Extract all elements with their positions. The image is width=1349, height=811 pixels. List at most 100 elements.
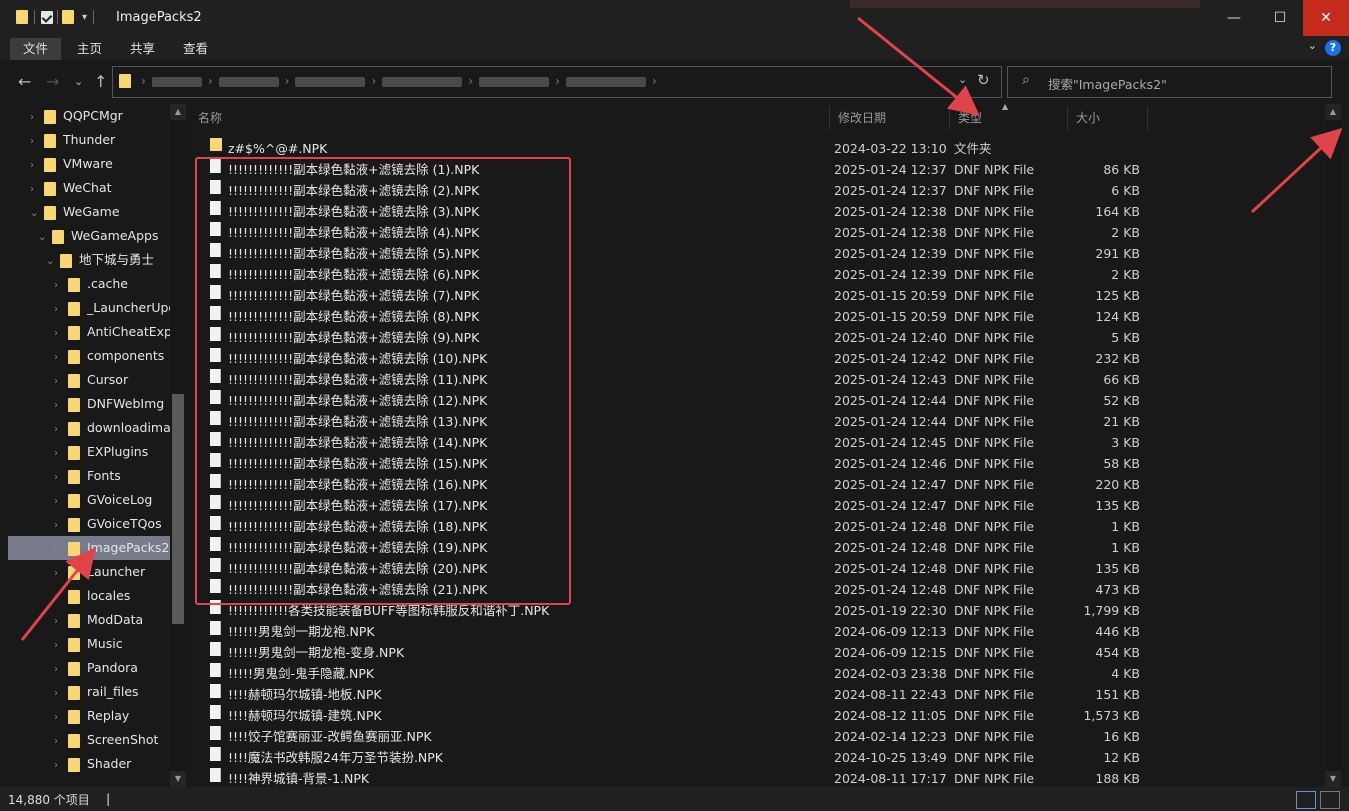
chevron-right-icon[interactable]: › <box>54 298 68 322</box>
chevron-right-icon[interactable]: › <box>54 706 68 730</box>
large-icons-view-icon[interactable] <box>1320 791 1340 809</box>
folder-icon[interactable] <box>16 10 28 24</box>
tree-item[interactable]: › GVoiceTQos <box>54 512 162 536</box>
tree-item[interactable]: ⌄ WeGame <box>30 200 120 224</box>
file-row[interactable]: !!!!神界城镇-背景-1.NPK 2024-08-11 17:17 DNF NPK… <box>190 768 1150 787</box>
customize-dropdown-icon[interactable]: ▾ <box>82 12 87 23</box>
details-view-icon[interactable] <box>1296 791 1316 809</box>
file-row[interactable]: !!!!!!男鬼剑一期龙袍.NPK 2024-06-09 12:13 DNF NPK… <box>190 621 1150 642</box>
file-row[interactable]: !!!!赫顿玛尔城镇-建筑.NPK 2024-08-12 11:05 DNF NPK… <box>190 705 1150 726</box>
scroll-up-icon[interactable]: ▲ <box>170 104 186 120</box>
tab-view[interactable]: 查看 <box>170 38 221 60</box>
column-header-type[interactable]: 类型 <box>950 106 1068 130</box>
chevron-right-icon[interactable]: › <box>54 658 68 682</box>
tree-item[interactable]: ⌄ WeGameApps <box>38 224 158 248</box>
up-arrow-icon[interactable]: ↑ <box>94 72 107 91</box>
chevron-down-icon[interactable]: ⌄ <box>958 73 967 86</box>
tree-item[interactable]: › ModData <box>54 608 143 632</box>
refresh-icon[interactable]: ↻ <box>977 71 990 89</box>
chevron-right-icon[interactable]: › <box>54 754 68 778</box>
chevron-right-icon[interactable]: › <box>54 538 68 562</box>
tree-item[interactable]: › ScreenShot <box>54 728 158 752</box>
file-row[interactable]: z#$%^@#.NPK 2024-03-22 13:10 文件夹 <box>190 138 1150 159</box>
chevron-right-icon[interactable]: › <box>54 610 68 634</box>
chevron-right-icon[interactable]: › <box>54 730 68 754</box>
search-input[interactable]: ⌕ 搜索"ImagePacks2" <box>1007 66 1332 98</box>
tree-item[interactable]: › Music <box>54 632 123 656</box>
chevron-right-icon[interactable]: › <box>30 154 44 178</box>
navigation-pane-scrollbar[interactable]: ▲ ▼ <box>170 104 186 787</box>
chevron-right-icon[interactable]: › <box>54 562 68 586</box>
maximize-button[interactable]: ☐ <box>1257 0 1303 36</box>
chevron-right-icon[interactable]: › <box>54 322 68 346</box>
chevron-right-icon[interactable]: › <box>54 586 68 610</box>
chevron-down-icon[interactable]: ⌄ <box>38 226 52 250</box>
close-button[interactable]: ✕ <box>1303 0 1349 36</box>
file-row[interactable]: !!!!魔法书改韩服24年万圣节装扮.NPK 2024-10-25 13:49 DN… <box>190 747 1150 768</box>
address-field[interactable]: › › › › › › › ⌄ ↻ <box>112 66 1002 98</box>
new-folder-icon[interactable] <box>62 10 74 24</box>
breadcrumb[interactable]: › › › › › › › <box>141 74 657 88</box>
tree-item[interactable]: › DNFWebImg <box>54 392 164 416</box>
help-icon[interactable]: ? <box>1325 40 1341 56</box>
chevron-right-icon[interactable]: › <box>54 346 68 370</box>
chevron-right-icon[interactable]: › <box>54 442 68 466</box>
minimize-button[interactable]: — <box>1211 0 1257 36</box>
tree-item[interactable]: › QQPCMgr <box>30 104 123 128</box>
tab-file[interactable]: 文件 <box>10 38 62 60</box>
tree-item[interactable]: › ImagePacks2 <box>8 536 170 560</box>
tab-home[interactable]: 主页 <box>64 38 115 60</box>
back-arrow-icon[interactable]: ← <box>18 72 31 91</box>
chevron-down-icon[interactable]: ⌄ <box>30 202 44 226</box>
properties-icon[interactable] <box>41 10 53 24</box>
tree-item[interactable]: › Thunder <box>30 128 115 152</box>
tree-item[interactable]: › WeChat <box>30 176 112 200</box>
tree-item[interactable]: › VMware <box>30 152 113 176</box>
tree-item[interactable]: ⌄ 地下城与勇士 <box>46 248 154 272</box>
tree-item[interactable]: › Fonts <box>54 464 121 488</box>
column-header-size[interactable]: 大小 <box>1068 106 1148 130</box>
chevron-right-icon[interactable]: › <box>54 394 68 418</box>
tree-item[interactable]: › Cursor <box>54 368 128 392</box>
chevron-right-icon[interactable]: › <box>30 130 44 154</box>
tree-item[interactable]: › .cache <box>54 272 128 296</box>
column-header-date[interactable]: 修改日期 <box>830 106 950 130</box>
tree-item[interactable]: › components <box>54 344 164 368</box>
tree-item[interactable]: › downloadima <box>54 416 170 440</box>
tree-item[interactable]: › EXPlugins <box>54 440 148 464</box>
chevron-down-icon[interactable]: ⌄ <box>46 250 60 274</box>
file-row[interactable]: !!!!饺子馆赛丽亚-改鳄鱼赛丽亚.NPK 2024-02-14 12:23 DNF… <box>190 726 1150 747</box>
chevron-right-icon[interactable]: › <box>30 178 44 202</box>
chevron-right-icon[interactable]: › <box>54 370 68 394</box>
tree-item[interactable]: › Replay <box>54 704 129 728</box>
tree-item[interactable]: › locales <box>54 584 130 608</box>
tree-item[interactable]: › AntiCheatExp <box>54 320 170 344</box>
scroll-down-icon[interactable]: ▼ <box>1325 771 1341 787</box>
file-list-scrollbar[interactable]: ▲ ▼ <box>1325 104 1341 787</box>
scroll-thumb[interactable] <box>172 394 184 624</box>
tree-item[interactable]: › Launcher <box>54 560 145 584</box>
chevron-right-icon[interactable]: › <box>54 274 68 298</box>
chevron-right-icon[interactable]: › <box>54 634 68 658</box>
chevron-right-icon[interactable]: › <box>54 418 68 442</box>
scroll-up-icon[interactable]: ▲ <box>1325 104 1341 120</box>
tree-item[interactable]: › _LauncherUpo <box>54 296 170 320</box>
chevron-right-icon[interactable]: › <box>54 682 68 706</box>
file-row[interactable]: !!!!!!男鬼剑一期龙袍-变身.NPK 2024-06-09 12:15 DNF … <box>190 642 1150 663</box>
chevron-right-icon[interactable]: › <box>54 466 68 490</box>
column-header-name[interactable]: 名称 <box>190 106 830 130</box>
tree-item[interactable]: › Shader <box>54 752 131 776</box>
chevron-right-icon[interactable]: › <box>54 514 68 538</box>
tree-item[interactable]: › rail_files <box>54 680 139 704</box>
recent-locations-icon[interactable]: ⌄ <box>74 75 83 88</box>
file-row[interactable]: !!!!赫顿玛尔城镇-地板.NPK 2024-08-11 22:43 DNF NPK… <box>190 684 1150 705</box>
file-row[interactable]: !!!!!男鬼剑-鬼手隐藏.NPK 2024-02-03 23:38 DNF NPK… <box>190 663 1150 684</box>
chevron-right-icon[interactable]: › <box>30 106 44 130</box>
scroll-down-icon[interactable]: ▼ <box>170 771 186 787</box>
chevron-down-icon[interactable]: ⌄ <box>1308 39 1317 52</box>
tree-item[interactable]: › GVoiceLog <box>54 488 152 512</box>
forward-arrow-icon[interactable]: → <box>46 72 59 91</box>
tree-item[interactable]: › Pandora <box>54 656 138 680</box>
tab-share[interactable]: 共享 <box>117 38 168 60</box>
chevron-right-icon[interactable]: › <box>54 490 68 514</box>
